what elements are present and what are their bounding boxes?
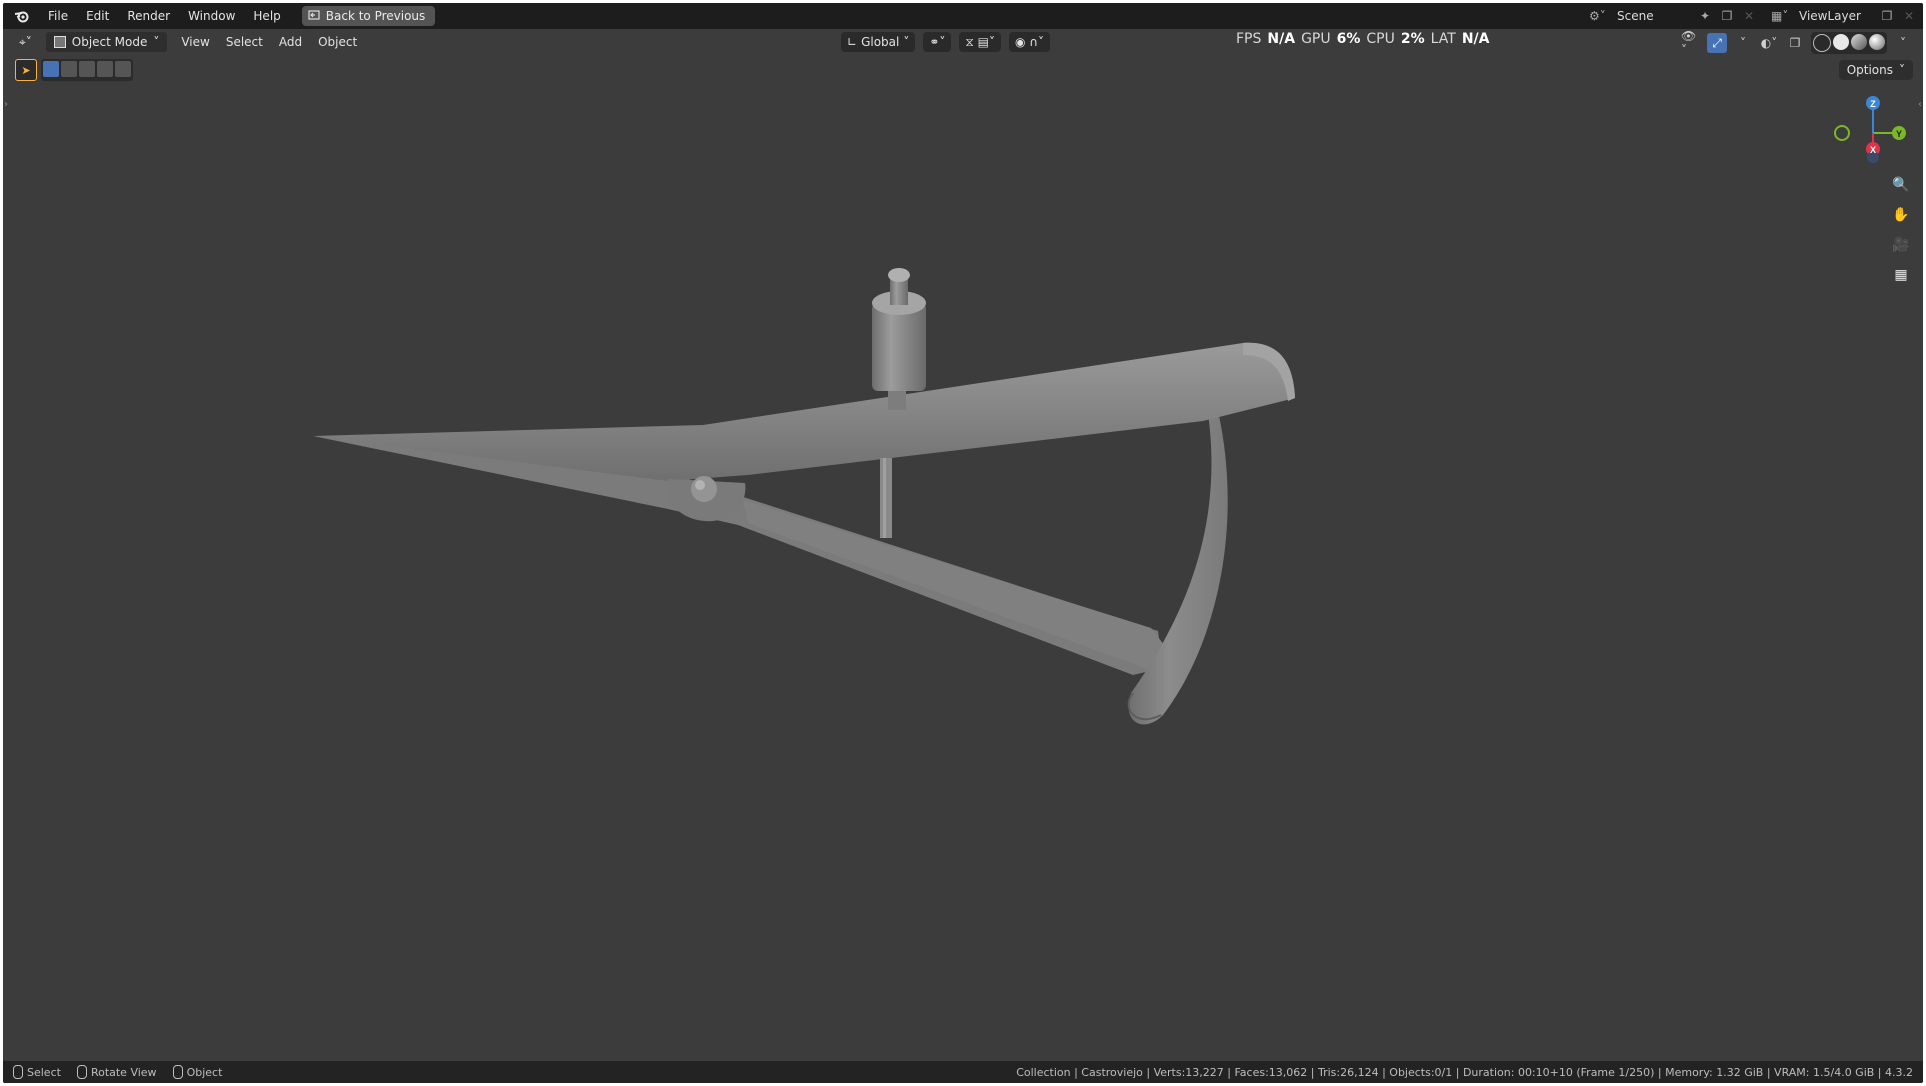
gizmo-x-label: X xyxy=(1870,145,1876,155)
new-viewlayer-icon[interactable]: ❐ xyxy=(1879,9,1895,23)
close-scene-icon[interactable]: ✕ xyxy=(1741,9,1757,23)
hand-icon[interactable]: ✋ xyxy=(1889,203,1913,227)
viewport-header: ⌖˅ Object Mode ˅ View Select Add Object … xyxy=(3,29,1923,57)
performance-stats: FPS N/A GPU 6% CPU 2% LAT N/A xyxy=(1236,29,1489,49)
hint-rotate: Rotate View xyxy=(76,1065,157,1079)
back-icon xyxy=(308,9,320,24)
select-intersect-icon[interactable] xyxy=(115,61,131,77)
back-button-label: Back to Previous xyxy=(325,9,426,23)
scene-statistics: Collection | Castroviejo | Verts:13,227 … xyxy=(1016,1065,1913,1079)
cpu-label: CPU xyxy=(1366,31,1395,47)
mouse-middle-icon xyxy=(76,1065,87,1079)
hint-rotate-label: Rotate View xyxy=(90,1065,157,1079)
snap-icon: ⧖ ▤˅ xyxy=(965,34,995,49)
axis-gizmo[interactable]: Z Y X xyxy=(1828,93,1918,173)
caliper-model[interactable] xyxy=(3,3,1923,1083)
scene-field[interactable]: Scene xyxy=(1611,7,1691,25)
select-invert-icon[interactable] xyxy=(97,61,113,77)
viewlayer-icon[interactable]: ▦˅ xyxy=(1771,9,1788,23)
top-right-controls: ⚙˅ Scene ✦ ❐ ✕ ▦˅ ViewLayer ❐ ✕ xyxy=(1589,3,1923,29)
left-panel-arrow-icon[interactable]: › xyxy=(4,99,8,110)
new-scene-icon[interactable]: ❐ xyxy=(1719,9,1735,23)
status-hints: Select Rotate View Object xyxy=(3,1065,222,1079)
solid-shading-icon[interactable] xyxy=(1833,34,1849,50)
visibility-icon[interactable]: 👁˅ xyxy=(1681,29,1701,57)
menu-file[interactable]: File xyxy=(39,9,77,23)
select-new-icon[interactable] xyxy=(43,61,59,77)
hint-select-label: Select xyxy=(27,1065,61,1079)
proportional-icon: ◉ ∩˅ xyxy=(1014,35,1045,49)
top-menu-bar: File Edit Render Window Help Back to Pre… xyxy=(3,3,1923,29)
options-dropdown[interactable]: Options ˅ xyxy=(1838,60,1913,80)
menu-help[interactable]: Help xyxy=(244,9,289,23)
select-tool-icon[interactable]: ➤ xyxy=(15,59,37,81)
proportional-toggle[interactable]: ◉ ∩˅ xyxy=(1008,32,1051,52)
mode-dropdown[interactable]: Object Mode ˅ xyxy=(45,32,168,52)
viewport-display-tools: 👁˅ ⤢ ˅ ◐˅ ❐ ˅ xyxy=(1681,29,1913,57)
object-mode-icon xyxy=(53,36,66,48)
editor-type-icon[interactable]: ⌖˅ xyxy=(11,32,40,52)
hint-object-label: Object xyxy=(186,1065,223,1079)
menu-view[interactable]: View xyxy=(173,32,217,52)
material-shading-icon[interactable] xyxy=(1851,34,1867,50)
gpu-value: 6% xyxy=(1336,31,1361,47)
scene-icon[interactable]: ⚙˅ xyxy=(1589,9,1606,23)
fps-label: FPS xyxy=(1236,31,1262,47)
viewlayer-field[interactable]: ViewLayer xyxy=(1793,7,1873,25)
camera-icon[interactable]: 🎥 xyxy=(1889,233,1913,257)
menu-window[interactable]: Window xyxy=(179,9,244,23)
pivot-icon: ⚭˅ xyxy=(929,35,946,49)
blender-logo-icon[interactable] xyxy=(13,7,31,25)
menu-edit[interactable]: Edit xyxy=(77,9,118,23)
gizmo-dropdown-icon[interactable]: ˅ xyxy=(1733,33,1753,53)
shading-dropdown-icon[interactable]: ˅ xyxy=(1893,33,1913,53)
cpu-value: 2% xyxy=(1400,31,1425,47)
mouse-right-icon xyxy=(172,1065,183,1079)
orientation-icon: ∟ xyxy=(847,35,858,49)
overlay-icon[interactable]: ◐˅ xyxy=(1759,33,1779,53)
pivot-dropdown[interactable]: ⚭˅ xyxy=(923,32,952,52)
lat-label: LAT xyxy=(1430,31,1456,47)
transform-tools: ∟ Global ˅ ⚭˅ ⧖ ▤˅ ◉ ∩˅ xyxy=(841,32,1051,52)
status-bar: Select Rotate View Object Collection | C… xyxy=(3,1061,1923,1083)
right-panel-arrow-icon[interactable]: ‹ xyxy=(1918,99,1922,110)
gizmo-y-label: Y xyxy=(1896,129,1902,139)
orientation-label: Global xyxy=(861,35,900,49)
grid-icon[interactable]: ▦ xyxy=(1889,263,1913,287)
chevron-down-icon: ˅ xyxy=(153,35,160,49)
scene-name: Scene xyxy=(1617,9,1654,23)
mouse-left-icon xyxy=(13,1065,23,1079)
orientation-dropdown[interactable]: ∟ Global ˅ xyxy=(841,32,916,52)
options-label: Options xyxy=(1846,63,1893,77)
hint-select: Select xyxy=(13,1065,61,1079)
blender-window: File Edit Render Window Help Back to Pre… xyxy=(3,3,1923,1083)
fps-value: N/A xyxy=(1267,31,1296,47)
pin-icon[interactable]: ✦ xyxy=(1697,9,1713,23)
menu-select[interactable]: Select xyxy=(218,32,271,52)
gizmo-icon[interactable]: ⤢ xyxy=(1707,33,1727,53)
select-subtract-icon[interactable] xyxy=(79,61,95,77)
close-viewlayer-icon[interactable]: ✕ xyxy=(1901,9,1917,23)
menu-add[interactable]: Add xyxy=(271,32,310,52)
snap-toggle[interactable]: ⧖ ▤˅ xyxy=(959,32,1001,52)
menu-object[interactable]: Object xyxy=(310,32,365,52)
mode-label: Object Mode xyxy=(71,35,148,49)
chevron-down-icon: ˅ xyxy=(1899,63,1905,77)
back-to-previous-button[interactable]: Back to Previous xyxy=(301,6,436,26)
rendered-shading-icon[interactable] xyxy=(1869,34,1885,50)
menu-render[interactable]: Render xyxy=(118,9,179,23)
hint-object: Object xyxy=(172,1065,223,1079)
gpu-label: GPU xyxy=(1301,31,1331,47)
select-extend-icon[interactable] xyxy=(61,61,77,77)
gizmo-z-label: Z xyxy=(1870,99,1876,109)
viewlayer-name: ViewLayer xyxy=(1799,9,1861,23)
tool-row: ➤ xyxy=(15,59,133,81)
xray-icon[interactable]: ❐ xyxy=(1785,33,1805,53)
chevron-down-icon: ˅ xyxy=(903,35,910,49)
selection-mode-group xyxy=(41,59,133,81)
zoom-icon[interactable]: 🔍 xyxy=(1889,173,1913,197)
wireframe-shading-icon[interactable] xyxy=(1813,34,1831,52)
lat-value: N/A xyxy=(1461,31,1490,47)
shading-mode-group xyxy=(1811,32,1887,54)
